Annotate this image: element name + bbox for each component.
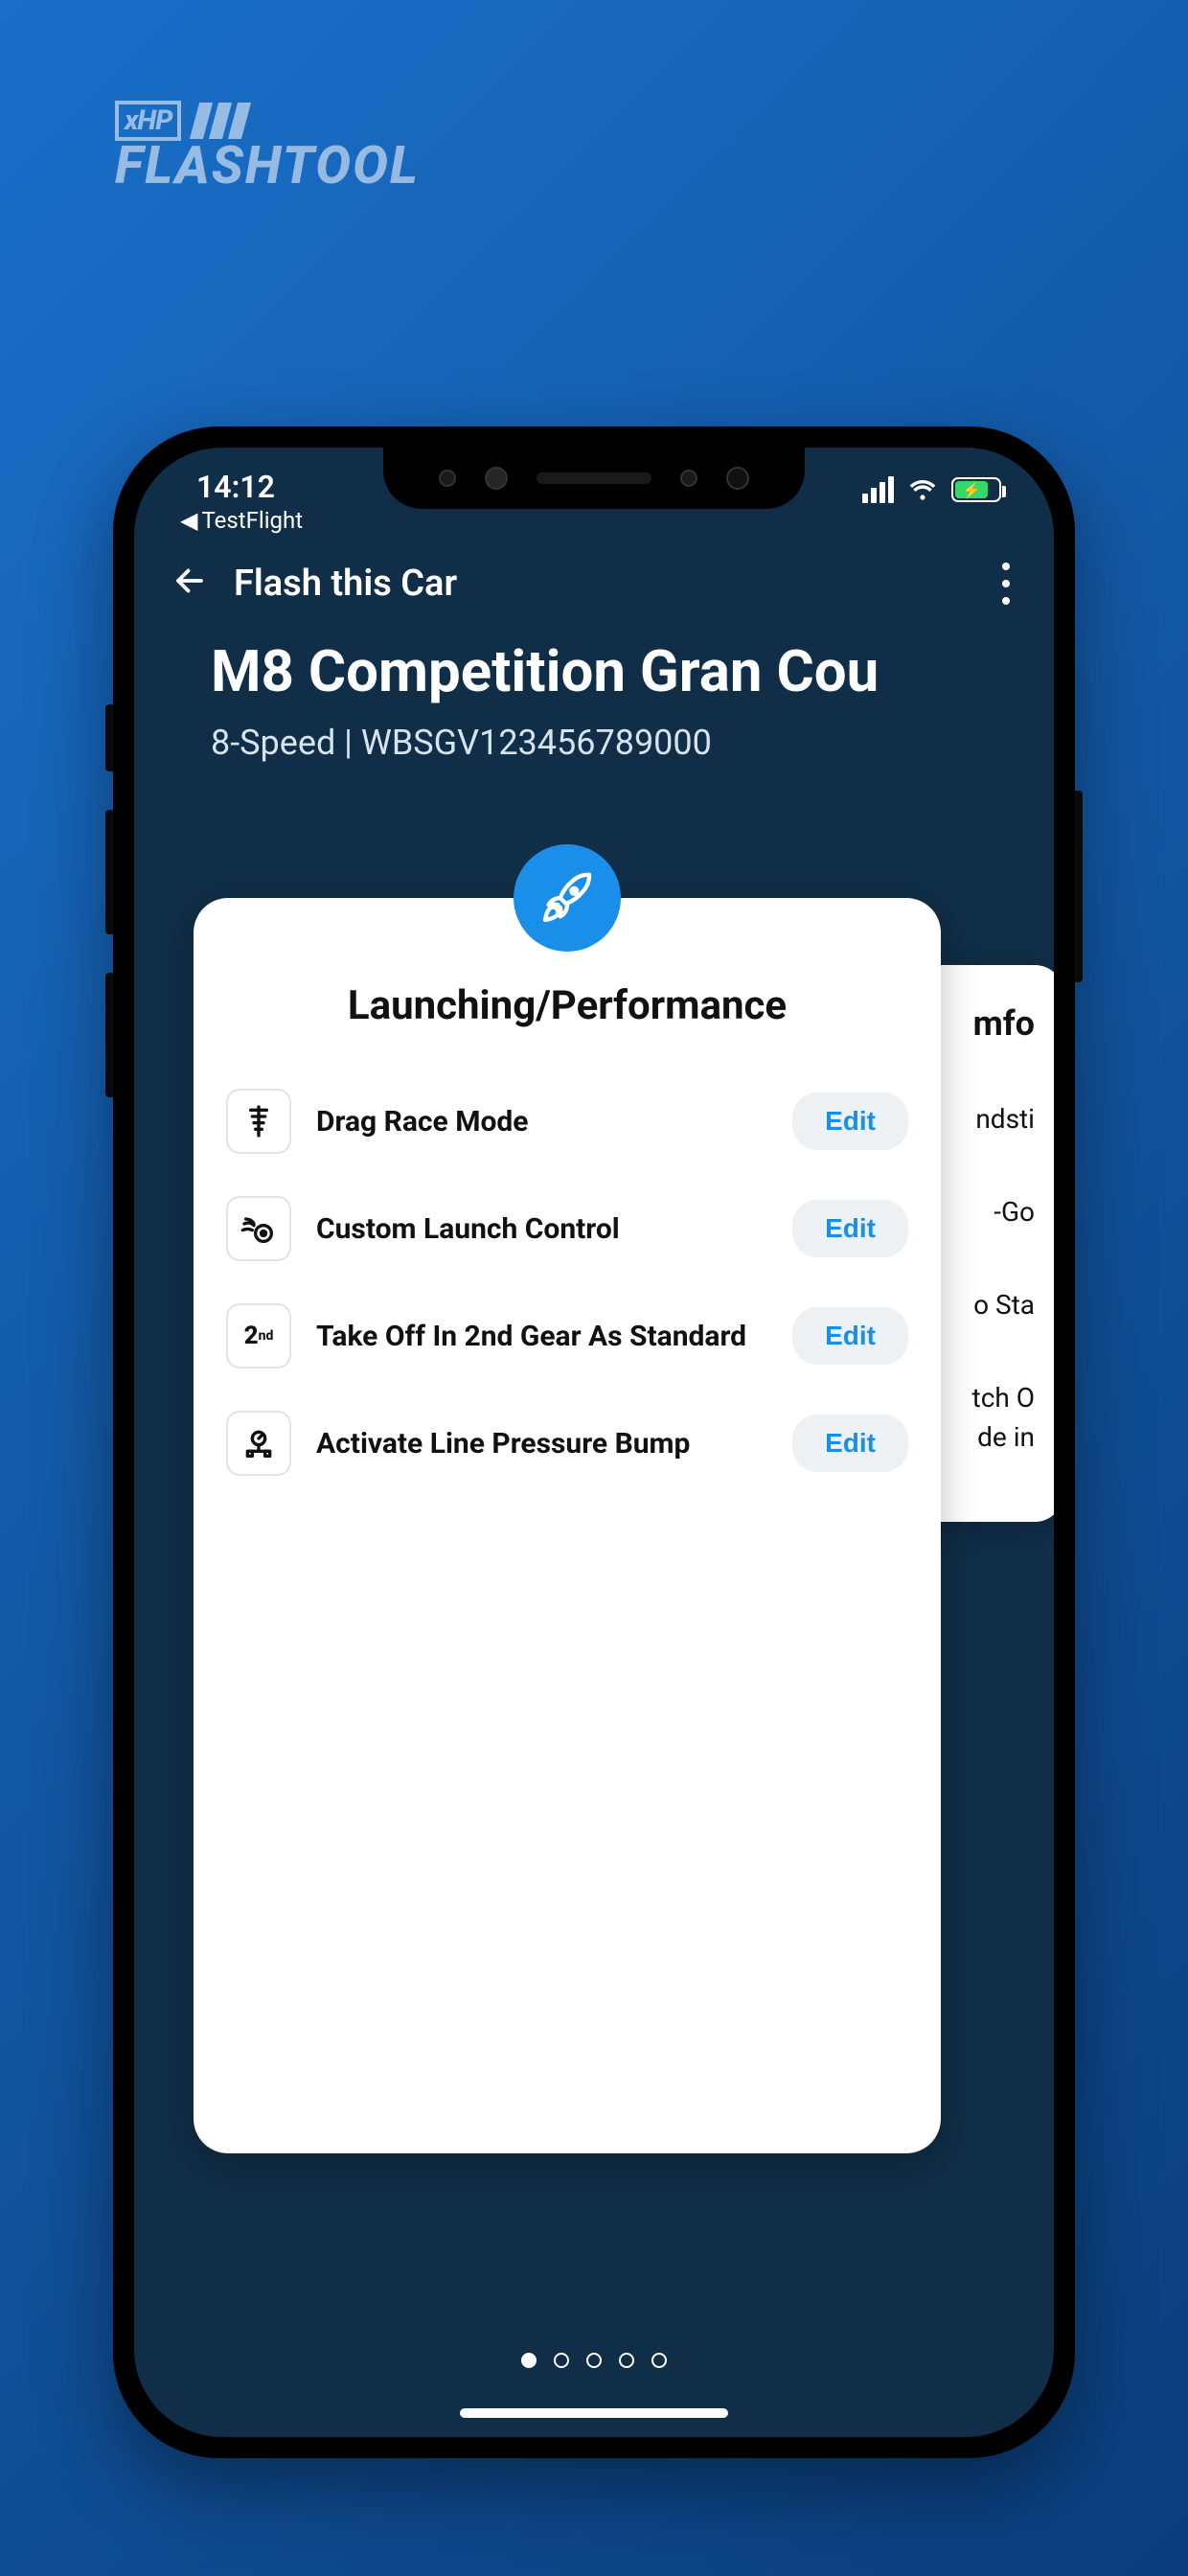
car-subtitle: 8-Speed | WBSGV123456789000 — [172, 723, 1016, 763]
phone-screen: 14:12 ◀ TestFlight ⚡ Flash this Car — [134, 448, 1054, 2437]
option-label: Drag Race Mode — [316, 1103, 767, 1140]
car-name: M8 Competition Gran Cou — [172, 637, 1016, 705]
brand-bars-icon — [190, 103, 251, 139]
back-arrow-icon[interactable] — [172, 563, 207, 605]
second-gear-icon: 2nd — [226, 1303, 291, 1368]
more-menu-button[interactable] — [996, 553, 1016, 614]
phone-frame: 14:12 ◀ TestFlight ⚡ Flash this Car — [113, 426, 1075, 2458]
cell-signal-icon — [862, 476, 894, 503]
edit-button[interactable]: Edit — [792, 1092, 908, 1150]
page-dot[interactable] — [586, 2353, 602, 2368]
rocket-badge-icon — [514, 844, 621, 952]
option-drag-race-mode: Drag Race Mode Edit — [194, 1068, 941, 1175]
page-dot[interactable] — [554, 2353, 569, 2368]
home-indicator[interactable] — [460, 2408, 728, 2418]
page-dot[interactable] — [619, 2353, 634, 2368]
flame-wheel-icon — [226, 1196, 291, 1261]
edit-button[interactable]: Edit — [792, 1307, 908, 1365]
option-2nd-gear-takeoff: 2nd Take Off In 2nd Gear As Standard Edi… — [194, 1282, 941, 1390]
page-dot[interactable] — [521, 2353, 537, 2368]
edit-button[interactable]: Edit — [792, 1414, 908, 1472]
status-back-to-app[interactable]: ◀ TestFlight — [180, 507, 303, 534]
brand-flashtool: FLASHTOOL — [115, 135, 420, 196]
page-indicator[interactable] — [521, 2353, 667, 2368]
phone-notch — [383, 448, 805, 509]
edit-button[interactable]: Edit — [792, 1200, 908, 1257]
brand-logo: xHP FLASHTOOL — [115, 101, 420, 196]
card-title: Launching/Performance — [194, 982, 941, 1029]
page-dot[interactable] — [651, 2353, 667, 2368]
option-line-pressure-bump: Activate Line Pressure Bump Edit — [194, 1390, 941, 1497]
option-label: Activate Line Pressure Bump — [316, 1425, 767, 1462]
option-label: Custom Launch Control — [316, 1210, 767, 1248]
pressure-gauge-icon — [226, 1411, 291, 1476]
app-bar: Flash this Car M8 Competition Gran Cou 8… — [134, 553, 1054, 763]
status-time: 14:12 — [196, 469, 275, 505]
option-label: Take Off In 2nd Gear As Standard — [316, 1318, 767, 1355]
wifi-icon — [907, 474, 938, 505]
option-custom-launch-control: Custom Launch Control Edit — [194, 1175, 941, 1282]
drag-tree-icon — [226, 1089, 291, 1154]
appbar-title: Flash this Car — [234, 563, 457, 605]
battery-icon: ⚡ — [951, 477, 1001, 502]
launching-performance-card: Launching/Performance Drag Race Mode Edi… — [194, 898, 941, 2153]
